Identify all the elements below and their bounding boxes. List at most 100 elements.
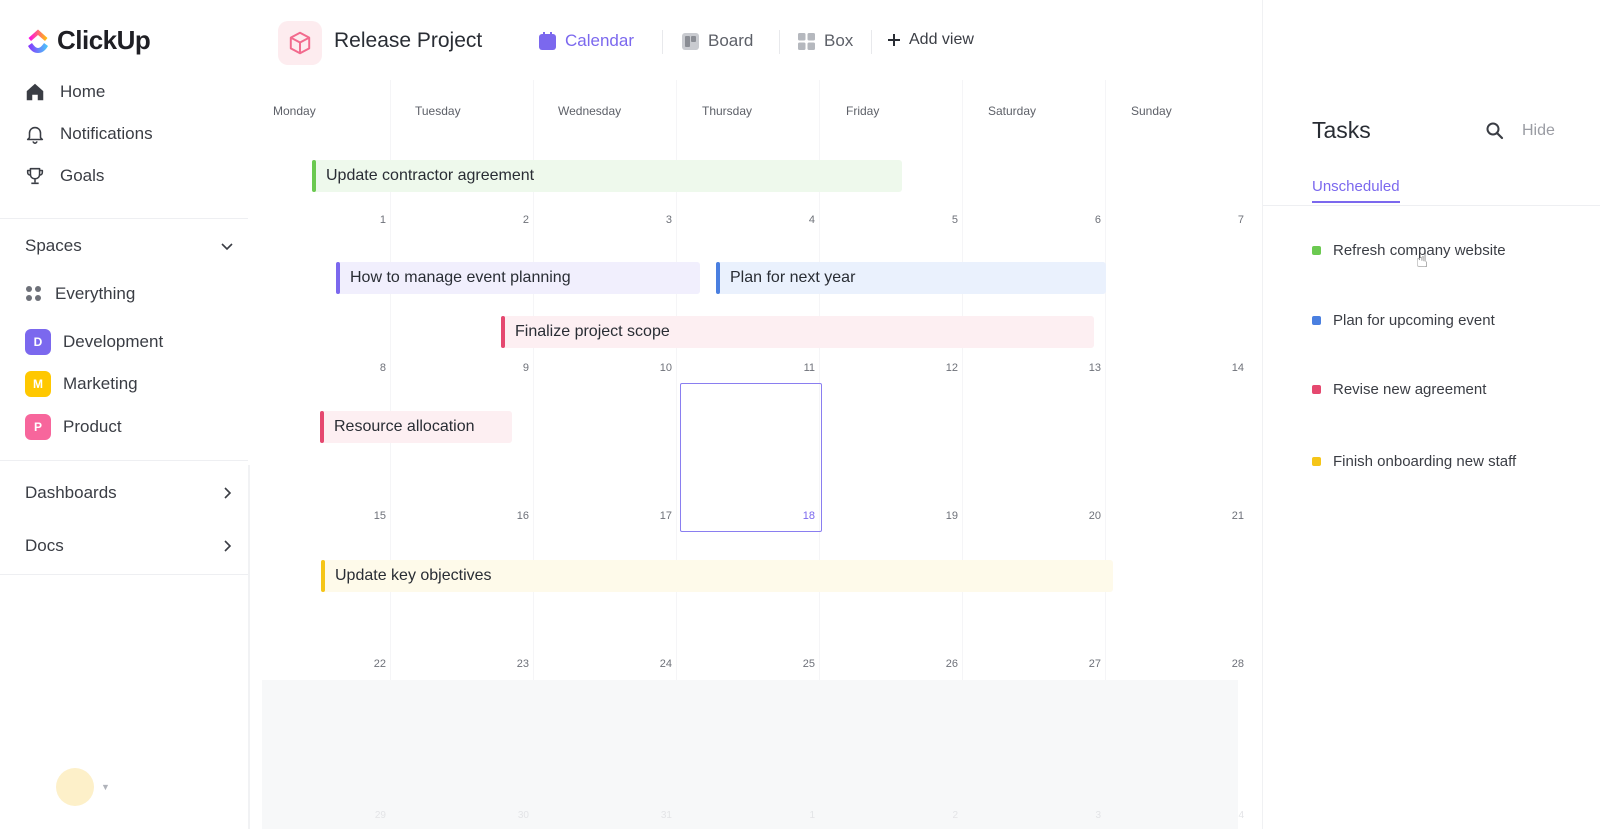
task-plan-for-upcoming-event[interactable]: Plan for upcoming event [1312,312,1495,329]
space-development[interactable]: D Development [25,329,163,355]
search-button[interactable] [1485,121,1504,145]
event-resource-allocation[interactable]: Resource allocation [320,411,512,443]
tab-divider [871,30,872,54]
clickup-logo-icon [28,29,48,53]
event-title: Finalize project scope [515,323,670,340]
date-cell[interactable]: 26 [928,658,958,670]
date-cell[interactable]: 20 [1071,510,1101,522]
date-cell[interactable]: 1 [785,810,815,821]
date-cell[interactable]: 19 [928,510,958,522]
search-icon [1486,122,1504,140]
space-marketing[interactable]: M Marketing [25,371,138,397]
date-cell[interactable]: 13 [1071,362,1101,374]
space-everything[interactable]: Everything [25,284,135,304]
date-cell[interactable]: 24 [642,658,672,670]
tab-box[interactable]: Box [797,31,853,51]
dashboards-section[interactable]: Dashboards [25,483,235,503]
task-status-dot [1312,385,1321,394]
date-cell[interactable]: 30 [499,810,529,821]
nav-home-label: Home [60,82,106,101]
date-cell[interactable]: 3 [1071,810,1101,821]
date-cell[interactable]: 27 [1071,658,1101,670]
tab-unscheduled[interactable]: Unscheduled [1312,178,1400,203]
nav-goals[interactable]: Goals [24,165,104,187]
date-cell[interactable]: 4 [785,214,815,226]
clickup-logo[interactable]: ClickUp [25,25,151,56]
event-finalize-project-scope[interactable]: Finalize project scope [501,316,1094,348]
tab-box-label: Box [824,31,854,50]
avatar[interactable] [56,768,94,806]
date-cell[interactable]: 25 [785,658,815,670]
date-cell[interactable]: 11 [785,362,815,374]
chevron-right-icon [224,487,232,499]
add-view-button[interactable]: Add view [887,31,974,49]
page-title: Release Project [334,29,483,52]
project-icon [278,21,322,65]
space-marketing-label: Marketing [63,374,138,393]
date-cell[interactable]: 5 [928,214,958,226]
caret-down-icon[interactable]: ▼ [101,782,110,792]
date-cell[interactable]: 17 [642,510,672,522]
tab-calendar-label: Calendar [565,31,634,50]
task-label: Revise new agreement [1333,381,1487,398]
nav-notifications-label: Notifications [60,124,153,143]
date-cell[interactable]: 12 [928,362,958,374]
sidebar-resize-handle [248,465,250,829]
task-label: Plan for upcoming event [1333,312,1495,329]
date-cell[interactable]: 29 [356,810,386,821]
event-how-to-manage-event-planning[interactable]: How to manage event planning [336,262,700,294]
date-cell[interactable]: 23 [499,658,529,670]
date-cell[interactable]: 9 [499,362,529,374]
space-marketing-badge: M [25,371,51,397]
date-cell[interactable]: 3 [642,214,672,226]
calendar-icon [539,31,556,50]
task-status-dot [1312,316,1321,325]
event-title: Resource allocation [334,418,475,435]
date-cell[interactable]: 4 [1214,810,1244,821]
date-cell[interactable]: 28 [1214,658,1244,670]
today-highlight[interactable] [680,383,822,532]
date-cell[interactable]: 10 [642,362,672,374]
event-plan-for-next-year[interactable]: Plan for next year [716,262,1106,294]
date-cell[interactable]: 15 [356,510,386,522]
task-revise-new-agreement[interactable]: Revise new agreement [1312,381,1486,398]
nav-goals-label: Goals [60,166,105,185]
task-finish-onboarding-new-staff[interactable]: Finish onboarding new staff [1312,453,1516,470]
day-header: Thursday [702,104,753,118]
event-update-key-objectives[interactable]: Update key objectives [321,560,1113,592]
task-refresh-company-website[interactable]: Refresh company website [1312,242,1506,259]
hide-panel-button[interactable]: Hide [1522,122,1555,140]
date-cell[interactable]: 14 [1214,362,1244,374]
nav-home[interactable]: Home [24,81,105,103]
date-cell[interactable]: 2 [928,810,958,821]
tab-calendar[interactable]: Calendar [538,31,634,51]
event-update-contractor-agreement[interactable]: Update contractor agreement [312,160,902,192]
docs-section[interactable]: Docs [25,536,235,556]
date-cell[interactable]: 1 [356,214,386,226]
space-product[interactable]: P Product [25,414,122,440]
nav-notifications[interactable]: Notifications [24,123,153,145]
docs-label: Docs [25,536,64,555]
task-status-dot [1312,246,1321,255]
space-everything-label: Everything [55,284,136,303]
box-grid-icon [798,32,815,50]
date-cell[interactable]: 31 [642,810,672,821]
date-cell[interactable]: 6 [1071,214,1101,226]
date-cell[interactable]: 16 [499,510,529,522]
date-cell[interactable]: 7 [1214,214,1244,226]
board-icon [682,32,699,50]
dashboards-label: Dashboards [25,483,117,502]
panel-divider [1263,205,1600,206]
home-icon [26,83,44,101]
date-cell[interactable]: 8 [356,362,386,374]
day-header: Monday [273,104,316,118]
day-header: Friday [846,104,880,118]
date-cell[interactable]: 22 [356,658,386,670]
tab-board[interactable]: Board [681,31,753,51]
space-product-badge: P [25,414,51,440]
date-cell[interactable]: 21 [1214,510,1244,522]
spaces-section-toggle[interactable]: Spaces [25,236,235,256]
date-cell[interactable]: 2 [499,214,529,226]
chevron-right-icon [224,540,232,552]
sidebar-divider [0,218,248,219]
